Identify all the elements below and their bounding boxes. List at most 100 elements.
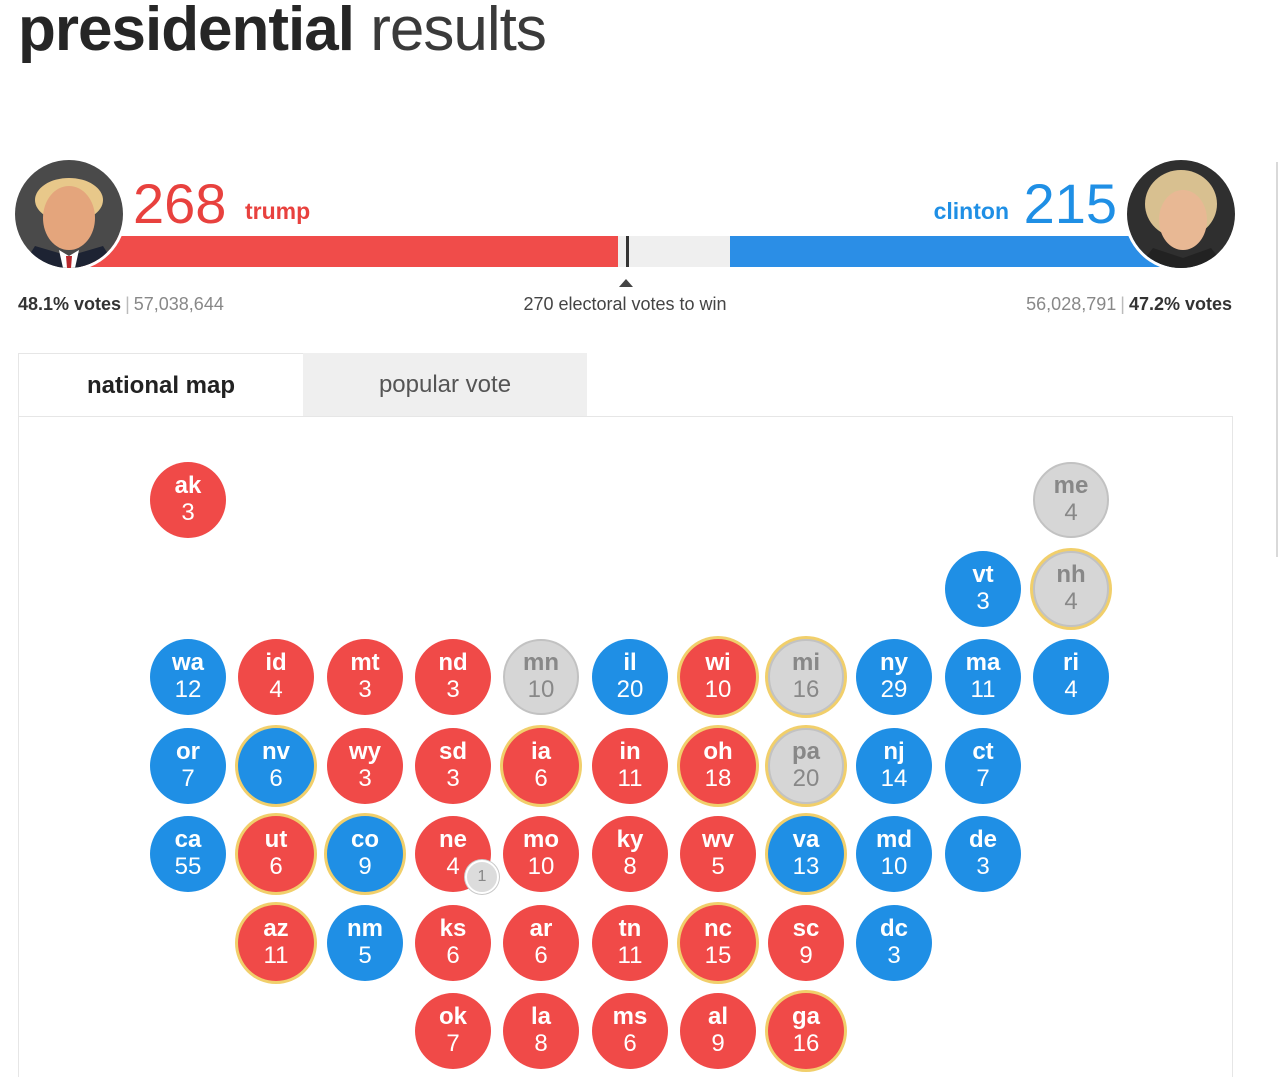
state-abbr: wi	[705, 649, 731, 676]
state-mo[interactable]: mo 10	[503, 816, 579, 892]
nebraska-split-badge[interactable]: 1	[465, 860, 499, 894]
state-electoral-votes: 3	[976, 853, 990, 880]
state-ut[interactable]: ut 6	[238, 816, 314, 892]
state-electoral-votes: 9	[711, 1030, 725, 1057]
state-az[interactable]: az 11	[238, 905, 314, 981]
state-abbr: sc	[792, 915, 820, 942]
state-wy[interactable]: wy 3	[327, 728, 403, 804]
state-ak[interactable]: ak 3	[150, 462, 226, 538]
state-dc[interactable]: dc 3	[856, 905, 932, 981]
clinton-portrait-icon	[1127, 160, 1235, 268]
state-pa[interactable]: pa 20	[768, 728, 844, 804]
state-electoral-votes: 10	[527, 853, 555, 880]
state-wa[interactable]: wa 12	[150, 639, 226, 715]
state-de[interactable]: de 3	[945, 816, 1021, 892]
state-co[interactable]: co 9	[327, 816, 403, 892]
state-electoral-votes: 6	[269, 853, 283, 880]
state-abbr: va	[792, 826, 820, 853]
state-abbr: ct	[972, 738, 994, 765]
state-abbr: tn	[618, 915, 642, 942]
state-abbr: nm	[347, 915, 383, 942]
state-ca[interactable]: ca 55	[150, 816, 226, 892]
state-abbr: me	[1053, 472, 1089, 499]
tab-popular-vote[interactable]: popular vote	[303, 353, 587, 417]
state-electoral-votes: 16	[792, 1030, 820, 1057]
state-or[interactable]: or 7	[150, 728, 226, 804]
state-md[interactable]: md 10	[856, 816, 932, 892]
clinton-bar-fill	[730, 236, 1170, 267]
state-abbr: la	[530, 1003, 551, 1030]
state-wi[interactable]: wi 10	[680, 639, 756, 715]
state-wv[interactable]: wv 5	[680, 816, 756, 892]
state-abbr: ut	[264, 826, 288, 853]
state-abbr: de	[968, 826, 997, 853]
state-mt[interactable]: mt 3	[327, 639, 403, 715]
state-id[interactable]: id 4	[238, 639, 314, 715]
state-ny[interactable]: ny 29	[856, 639, 932, 715]
state-abbr: ky	[616, 826, 644, 853]
state-electoral-votes: 7	[446, 1030, 460, 1057]
state-abbr: pa	[791, 738, 820, 765]
clinton-electoral-votes: 215	[1023, 172, 1117, 235]
state-va[interactable]: va 13	[768, 816, 844, 892]
state-electoral-votes: 5	[358, 942, 372, 969]
state-nc[interactable]: nc 15	[680, 905, 756, 981]
state-ri[interactable]: ri 4	[1033, 639, 1109, 715]
scrollbar[interactable]	[1276, 162, 1278, 557]
state-abbr: ks	[439, 915, 467, 942]
state-nv[interactable]: nv 6	[238, 728, 314, 804]
state-electoral-votes: 20	[792, 765, 820, 792]
state-ks[interactable]: ks 6	[415, 905, 491, 981]
state-electoral-votes: 7	[181, 765, 195, 792]
state-electoral-votes: 4	[1064, 499, 1078, 526]
state-abbr: mn	[523, 649, 559, 676]
state-electoral-votes: 12	[174, 676, 202, 703]
state-sd[interactable]: sd 3	[415, 728, 491, 804]
state-abbr: wv	[701, 826, 734, 853]
state-mn[interactable]: mn 10	[503, 639, 579, 715]
state-electoral-votes: 20	[616, 676, 644, 703]
state-abbr: vt	[972, 561, 994, 588]
state-abbr: nh	[1056, 561, 1086, 588]
state-abbr: dc	[879, 915, 908, 942]
state-abbr: or	[176, 738, 200, 765]
state-in[interactable]: in 11	[592, 728, 668, 804]
state-il[interactable]: il 20	[592, 639, 668, 715]
state-nd[interactable]: nd 3	[415, 639, 491, 715]
trump-name: trump	[245, 198, 311, 224]
page-title-bold: presidential	[18, 0, 355, 64]
state-tn[interactable]: tn 11	[592, 905, 668, 981]
state-electoral-votes: 18	[704, 765, 732, 792]
state-ky[interactable]: ky 8	[592, 816, 668, 892]
state-abbr: ri	[1062, 649, 1079, 676]
state-electoral-votes: 6	[534, 765, 548, 792]
state-ia[interactable]: ia 6	[503, 728, 579, 804]
state-abbr: al	[707, 1003, 728, 1030]
state-nj[interactable]: nj 14	[856, 728, 932, 804]
state-nm[interactable]: nm 5	[327, 905, 403, 981]
state-electoral-votes: 3	[358, 765, 372, 792]
state-ct[interactable]: ct 7	[945, 728, 1021, 804]
state-abbr: wa	[171, 649, 204, 676]
state-nh[interactable]: nh 4	[1033, 551, 1109, 627]
state-ar[interactable]: ar 6	[503, 905, 579, 981]
state-abbr: nv	[261, 738, 290, 765]
state-abbr: in	[619, 738, 641, 765]
clinton-name: clinton	[933, 198, 1009, 224]
state-electoral-votes: 3	[887, 942, 901, 969]
state-abbr: ca	[174, 826, 202, 853]
state-me[interactable]: me 4	[1033, 462, 1109, 538]
state-vt[interactable]: vt 3	[945, 551, 1021, 627]
state-abbr: sd	[438, 738, 467, 765]
state-mi[interactable]: mi 16	[768, 639, 844, 715]
state-electoral-votes: 10	[527, 676, 555, 703]
state-electoral-votes: 6	[623, 1030, 637, 1057]
tab-national-map[interactable]: national map	[18, 353, 303, 417]
state-ma[interactable]: ma 11	[945, 639, 1021, 715]
state-abbr: mi	[791, 649, 820, 676]
state-oh[interactable]: oh 18	[680, 728, 756, 804]
win-threshold-marker	[626, 236, 629, 267]
state-electoral-votes: 3	[976, 588, 990, 615]
state-sc[interactable]: sc 9	[768, 905, 844, 981]
state-abbr: nj	[883, 738, 905, 765]
